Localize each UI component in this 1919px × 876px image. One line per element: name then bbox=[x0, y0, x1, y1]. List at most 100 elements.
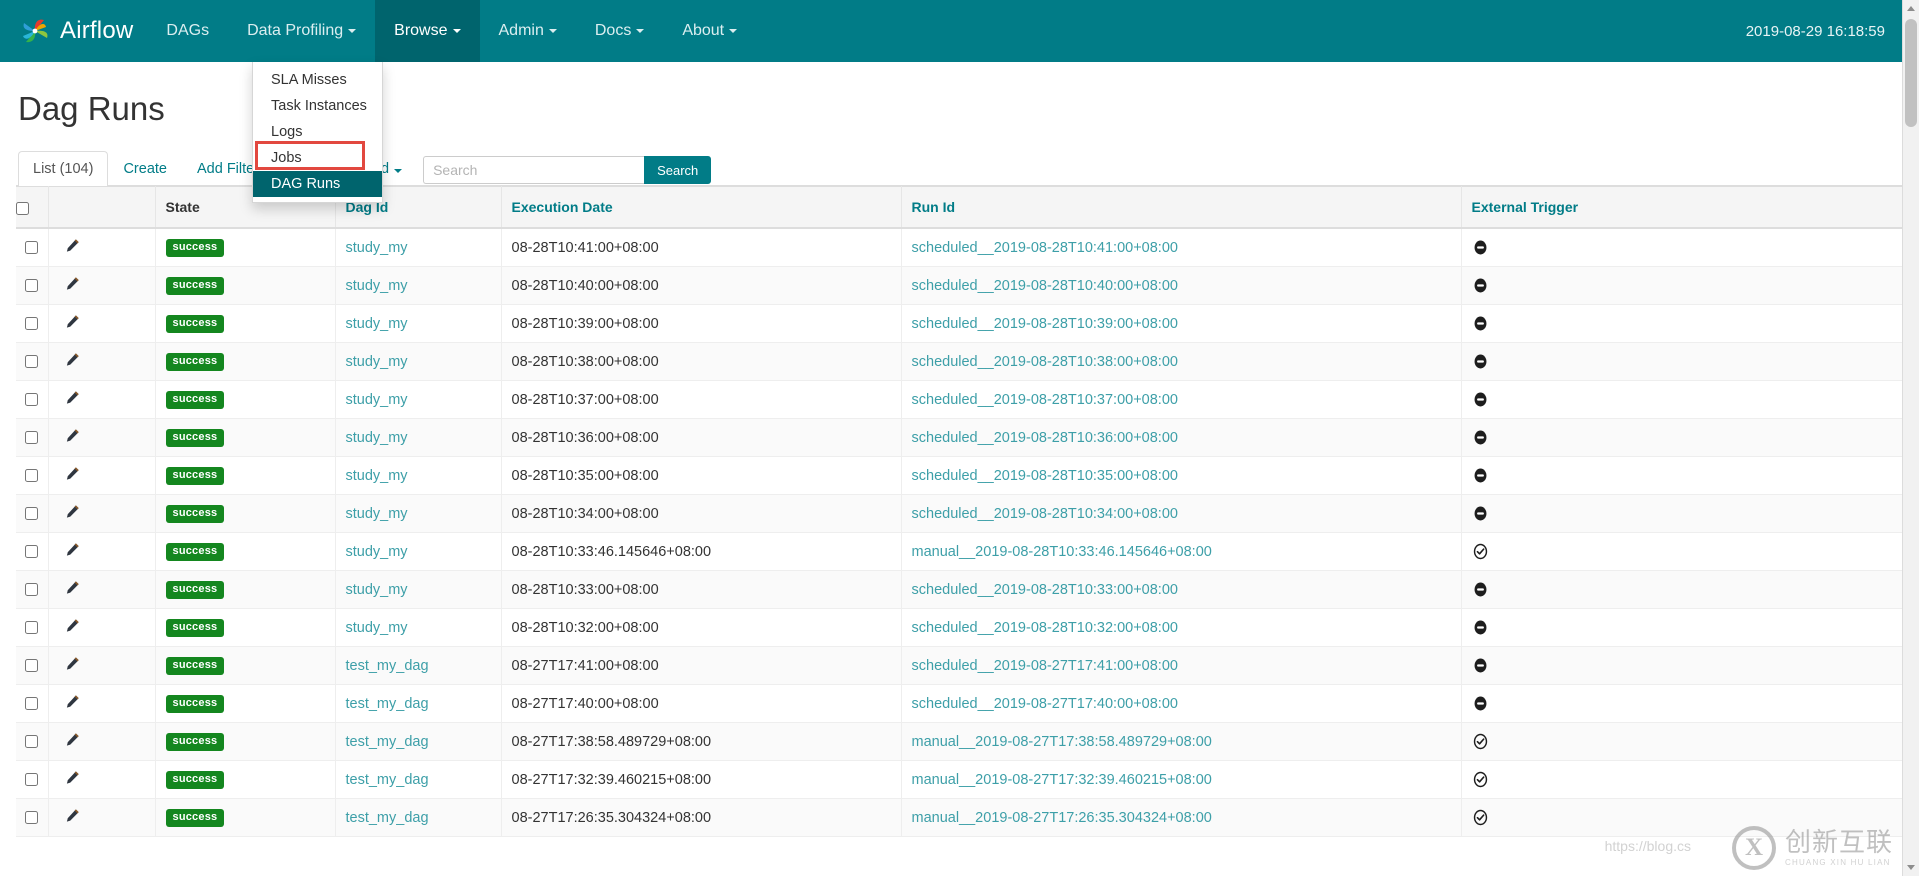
pencil-edit-icon[interactable] bbox=[65, 467, 80, 485]
row-select-checkbox[interactable] bbox=[25, 279, 39, 293]
pencil-edit-icon[interactable] bbox=[65, 277, 80, 295]
pencil-edit-icon[interactable] bbox=[65, 581, 80, 599]
pencil-edit-icon[interactable] bbox=[65, 657, 80, 675]
pencil-edit-icon[interactable] bbox=[65, 733, 80, 751]
run-id-link[interactable]: manual__2019-08-28T10:33:46.145646+08:00 bbox=[912, 544, 1212, 560]
scrollbar-thumb[interactable] bbox=[1905, 19, 1917, 127]
dropdown-item-sla-misses[interactable]: SLA Misses bbox=[253, 67, 382, 93]
run-id-link[interactable]: scheduled__2019-08-28T10:41:00+08:00 bbox=[912, 240, 1178, 256]
run-id-link[interactable]: scheduled__2019-08-28T10:34:00+08:00 bbox=[912, 506, 1178, 522]
scrollbar-down-arrow[interactable] bbox=[1903, 859, 1919, 876]
dag-id-link[interactable]: test_my_dag bbox=[346, 734, 429, 750]
run-id-link[interactable]: scheduled__2019-08-28T10:36:00+08:00 bbox=[912, 430, 1178, 446]
nav-item-data-profiling[interactable]: Data Profiling bbox=[228, 0, 375, 62]
run-id-link[interactable]: scheduled__2019-08-28T10:40:00+08:00 bbox=[912, 278, 1178, 294]
nav-item-about[interactable]: About bbox=[663, 0, 756, 62]
dag-id-link[interactable]: test_my_dag bbox=[346, 810, 429, 826]
minus-circle-icon bbox=[1472, 695, 1489, 711]
dag-id-link[interactable]: study_my bbox=[346, 544, 408, 560]
row-external-trigger-cell bbox=[1461, 494, 1903, 533]
dag-id-link[interactable]: test_my_dag bbox=[346, 696, 429, 712]
dropdown-item-logs[interactable]: Logs bbox=[253, 119, 382, 145]
row-select-cell bbox=[16, 684, 49, 723]
column-header-run-id[interactable]: Run Id bbox=[901, 186, 1462, 229]
row-select-checkbox[interactable] bbox=[25, 241, 39, 255]
dag-id-link[interactable]: study_my bbox=[346, 392, 408, 408]
pencil-edit-icon[interactable] bbox=[65, 695, 80, 713]
dag-id-link[interactable]: test_my_dag bbox=[346, 658, 429, 674]
dag-id-link[interactable]: study_my bbox=[346, 430, 408, 446]
row-select-checkbox[interactable] bbox=[25, 393, 39, 407]
row-select-checkbox[interactable] bbox=[25, 545, 39, 559]
minus-circle-icon bbox=[1472, 239, 1489, 255]
pencil-edit-icon[interactable] bbox=[65, 315, 80, 333]
row-select-checkbox[interactable] bbox=[25, 469, 39, 483]
row-select-checkbox[interactable] bbox=[25, 583, 39, 597]
nav-item-browse[interactable]: Browse bbox=[375, 0, 480, 62]
brand-home-link[interactable]: Airflow bbox=[0, 0, 147, 62]
run-id-link[interactable]: manual__2019-08-27T17:38:58.489729+08:00 bbox=[912, 734, 1212, 750]
row-execution-date-cell: 08-28T10:37:00+08:00 bbox=[501, 380, 902, 419]
row-select-checkbox[interactable] bbox=[25, 507, 39, 521]
row-select-cell bbox=[16, 494, 49, 533]
run-id-link[interactable]: scheduled__2019-08-27T17:40:00+08:00 bbox=[912, 696, 1178, 712]
status-badge: success bbox=[165, 733, 225, 751]
dag-id-link[interactable]: study_my bbox=[346, 620, 408, 636]
airflow-pinwheel-logo-icon bbox=[18, 14, 52, 48]
dropdown-item-task-instances[interactable]: Task Instances bbox=[253, 93, 382, 119]
pencil-edit-icon[interactable] bbox=[65, 619, 80, 637]
dag-id-link[interactable]: study_my bbox=[346, 468, 408, 484]
run-id-link[interactable]: scheduled__2019-08-28T10:38:00+08:00 bbox=[912, 354, 1178, 370]
run-id-link[interactable]: scheduled__2019-08-27T17:41:00+08:00 bbox=[912, 658, 1178, 674]
row-select-checkbox[interactable] bbox=[25, 621, 39, 635]
tab-create[interactable]: Create bbox=[108, 151, 182, 186]
table-body: success study_my 08-28T10:41:00+08:00 sched… bbox=[16, 228, 1903, 837]
row-select-checkbox[interactable] bbox=[25, 697, 39, 711]
row-select-checkbox[interactable] bbox=[25, 317, 39, 331]
run-id-link[interactable]: manual__2019-08-27T17:26:35.304324+08:00 bbox=[912, 810, 1212, 826]
tab-list[interactable]: List (104) bbox=[18, 151, 109, 186]
run-id-link[interactable]: scheduled__2019-08-28T10:35:00+08:00 bbox=[912, 468, 1178, 484]
watermark-pinyin: CHUANG XIN HU LIAN bbox=[1784, 858, 1891, 867]
dag-id-link[interactable]: study_my bbox=[346, 506, 408, 522]
run-id-link[interactable]: manual__2019-08-27T17:32:39.460215+08:00 bbox=[912, 772, 1212, 788]
row-select-checkbox[interactable] bbox=[25, 773, 39, 787]
dag-id-link[interactable]: test_my_dag bbox=[346, 772, 429, 788]
run-id-link[interactable]: scheduled__2019-08-28T10:32:00+08:00 bbox=[912, 620, 1178, 636]
dag-id-link[interactable]: study_my bbox=[346, 582, 408, 598]
row-select-checkbox[interactable] bbox=[25, 735, 39, 749]
pencil-edit-icon[interactable] bbox=[65, 771, 80, 789]
row-select-checkbox[interactable] bbox=[25, 659, 39, 673]
pencil-edit-icon[interactable] bbox=[65, 391, 80, 409]
page-scrollbar[interactable] bbox=[1902, 0, 1919, 876]
search-input[interactable] bbox=[423, 156, 645, 184]
row-select-checkbox[interactable] bbox=[25, 431, 39, 445]
dag-id-link[interactable]: study_my bbox=[346, 240, 408, 256]
row-run-id-cell: scheduled__2019-08-27T17:41:00+08:00 bbox=[901, 646, 1462, 685]
scrollbar-up-arrow[interactable] bbox=[1903, 0, 1919, 17]
dropdown-item-dag-runs[interactable]: DAG Runs bbox=[253, 171, 382, 197]
nav-item-admin[interactable]: Admin bbox=[480, 0, 576, 62]
dag-id-link[interactable]: study_my bbox=[346, 316, 408, 332]
pencil-edit-icon[interactable] bbox=[65, 809, 80, 827]
pencil-edit-icon[interactable] bbox=[65, 239, 80, 257]
pencil-edit-icon[interactable] bbox=[65, 505, 80, 523]
pencil-edit-icon[interactable] bbox=[65, 429, 80, 447]
row-select-checkbox[interactable] bbox=[25, 355, 39, 369]
dropdown-item-jobs[interactable]: Jobs bbox=[253, 145, 382, 171]
pencil-edit-icon[interactable] bbox=[65, 543, 80, 561]
row-select-checkbox[interactable] bbox=[25, 811, 39, 825]
pencil-edit-icon[interactable] bbox=[65, 353, 80, 371]
nav-item-dags[interactable]: DAGs bbox=[147, 0, 228, 62]
column-header-execution-date[interactable]: Execution Date bbox=[501, 186, 902, 229]
search-button[interactable]: Search bbox=[644, 156, 712, 184]
dag-id-link[interactable]: study_my bbox=[346, 354, 408, 370]
column-header-external-trigger[interactable]: External Trigger bbox=[1461, 186, 1903, 229]
run-id-link[interactable]: scheduled__2019-08-28T10:39:00+08:00 bbox=[912, 316, 1178, 332]
row-external-trigger-cell bbox=[1461, 532, 1903, 571]
dag-id-link[interactable]: study_my bbox=[346, 278, 408, 294]
run-id-link[interactable]: scheduled__2019-08-28T10:33:00+08:00 bbox=[912, 582, 1178, 598]
select-all-checkbox[interactable] bbox=[16, 201, 29, 215]
nav-item-docs[interactable]: Docs bbox=[576, 0, 663, 62]
run-id-link[interactable]: scheduled__2019-08-28T10:37:00+08:00 bbox=[912, 392, 1178, 408]
